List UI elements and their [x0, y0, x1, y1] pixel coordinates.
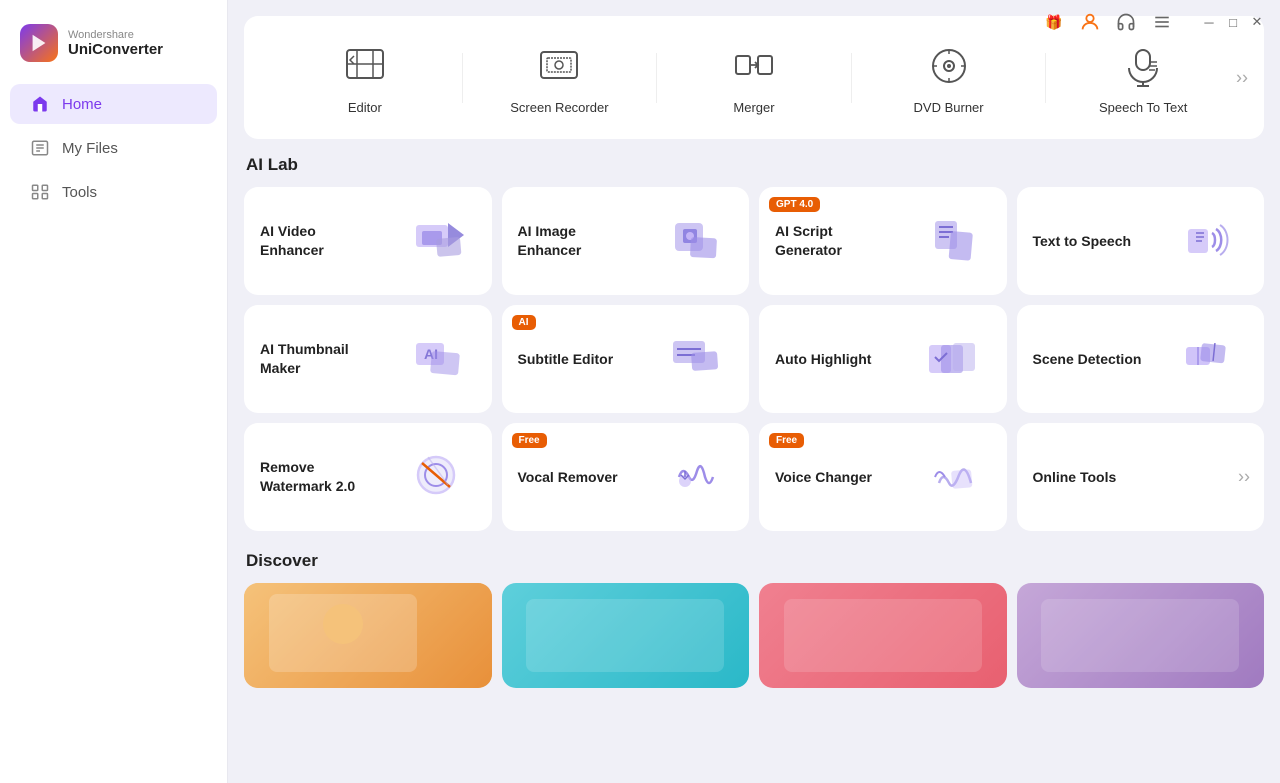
user-icon[interactable]: [1076, 8, 1104, 36]
tools-more-arrow[interactable]: ››: [1236, 67, 1248, 88]
sidebar-myfiles-label: My Files: [62, 140, 118, 157]
free-badge-voice: Free: [769, 433, 804, 448]
ai-script-generator-img: [919, 205, 991, 277]
tool-screen-recorder[interactable]: Screen Recorder: [463, 32, 657, 123]
discover-card-3[interactable]: [759, 583, 1007, 688]
tool-editor[interactable]: Editor: [268, 32, 462, 123]
home-icon: [30, 94, 50, 114]
remove-watermark-label: RemoveWatermark 2.0: [260, 458, 355, 496]
sidebar-item-tools[interactable]: Tools: [10, 172, 217, 212]
tool-speech-to-text[interactable]: Speech To Text: [1046, 32, 1240, 123]
discover-card-1[interactable]: [244, 583, 492, 688]
scene-detection-img: [1176, 323, 1248, 395]
ai-card-text-to-speech[interactable]: Text to Speech: [1017, 187, 1265, 295]
app-name: Wondershare UniConverter: [68, 29, 163, 58]
ai-card-auto-highlight[interactable]: Auto Highlight: [759, 305, 1007, 413]
discover-card-4[interactable]: [1017, 583, 1265, 688]
ai-thumbnail-maker-label: AI ThumbnailMaker: [260, 340, 349, 378]
discover-grid: [244, 583, 1264, 688]
speech-to-text-label: Speech To Text: [1099, 100, 1187, 115]
auto-highlight-img: [919, 323, 991, 395]
subtitle-editor-label: Subtitle Editor: [518, 350, 614, 369]
ai-card-scene-detection[interactable]: Scene Detection: [1017, 305, 1265, 413]
online-tools-label: Online Tools: [1033, 468, 1117, 487]
gpt-badge: GPT 4.0: [769, 197, 820, 212]
dvd-burner-icon: [923, 40, 975, 92]
sidebar: Wondershare UniConverter Home My Files T…: [0, 0, 228, 783]
free-badge-vocal: Free: [512, 433, 547, 448]
ai-card-remove-watermark[interactable]: RemoveWatermark 2.0: [244, 423, 492, 531]
scene-detection-label: Scene Detection: [1033, 350, 1142, 369]
minimize-button[interactable]: ─: [1202, 15, 1216, 29]
merger-label: Merger: [733, 100, 774, 115]
subtitle-editor-img: [661, 323, 733, 395]
tool-dvd-burner[interactable]: DVD Burner: [852, 32, 1046, 123]
vocal-remover-label: Vocal Remover: [518, 468, 618, 487]
text-to-speech-img: [1176, 205, 1248, 277]
ai-lab-grid: AI VideoEnhancer AI ImageEnhancer: [244, 187, 1264, 531]
sidebar-item-myfiles[interactable]: My Files: [10, 128, 217, 168]
ai-video-enhancer-label: AI VideoEnhancer: [260, 222, 324, 260]
speech-to-text-icon: [1117, 40, 1169, 92]
remove-watermark-img: [404, 441, 476, 513]
vocal-remover-img: [661, 441, 733, 513]
tool-merger[interactable]: Merger: [657, 32, 851, 123]
ai-badge: AI: [512, 315, 536, 330]
ai-card-online-tools[interactable]: Online Tools ››: [1017, 423, 1265, 531]
dvd-burner-label: DVD Burner: [914, 100, 984, 115]
main-content: Editor Screen Recorder: [228, 0, 1280, 783]
voice-changer-img: [919, 441, 991, 513]
editor-icon: [339, 40, 391, 92]
merger-icon: [728, 40, 780, 92]
ai-card-thumbnail-maker[interactable]: AI ThumbnailMaker AI: [244, 305, 492, 413]
menu-icon[interactable]: [1148, 8, 1176, 36]
ai-image-enhancer-label: AI ImageEnhancer: [518, 222, 582, 260]
sidebar-home-label: Home: [62, 96, 102, 113]
gift-icon[interactable]: 🎁: [1040, 8, 1068, 36]
voice-changer-label: Voice Changer: [775, 468, 872, 487]
ai-card-voice-changer[interactable]: Free Voice Changer: [759, 423, 1007, 531]
screen-recorder-icon: [533, 40, 585, 92]
text-to-speech-label: Text to Speech: [1033, 232, 1132, 251]
ai-card-image-enhancer[interactable]: AI ImageEnhancer: [502, 187, 750, 295]
tools-icon: [30, 182, 50, 202]
ai-thumbnail-maker-img: AI: [404, 323, 476, 395]
logo: Wondershare UniConverter: [0, 16, 227, 82]
headset-icon[interactable]: [1112, 8, 1140, 36]
titlebar: 🎁 ─ □ ✕: [1024, 0, 1280, 44]
sidebar-tools-label: Tools: [62, 184, 97, 201]
ai-lab-title: AI Lab: [244, 155, 1264, 175]
ai-card-vocal-remover[interactable]: Free Vocal Remover: [502, 423, 750, 531]
online-tools-arrow: ››: [1238, 467, 1250, 488]
ai-video-enhancer-img: [404, 205, 476, 277]
sidebar-item-home[interactable]: Home: [10, 84, 217, 124]
ai-script-generator-label: AI ScriptGenerator: [775, 222, 842, 260]
discover-title: Discover: [244, 551, 1264, 571]
discover-card-2[interactable]: [502, 583, 750, 688]
auto-highlight-label: Auto Highlight: [775, 350, 871, 369]
ai-card-subtitle-editor[interactable]: AI Subtitle Editor: [502, 305, 750, 413]
ai-image-enhancer-img: [661, 205, 733, 277]
myfiles-icon: [30, 138, 50, 158]
ai-card-script-generator[interactable]: GPT 4.0 AI ScriptGenerator: [759, 187, 1007, 295]
editor-label: Editor: [348, 100, 382, 115]
close-button[interactable]: ✕: [1250, 15, 1264, 29]
screen-recorder-label: Screen Recorder: [510, 100, 608, 115]
maximize-button[interactable]: □: [1226, 15, 1240, 29]
ai-card-video-enhancer[interactable]: AI VideoEnhancer: [244, 187, 492, 295]
app-logo: [20, 24, 58, 62]
